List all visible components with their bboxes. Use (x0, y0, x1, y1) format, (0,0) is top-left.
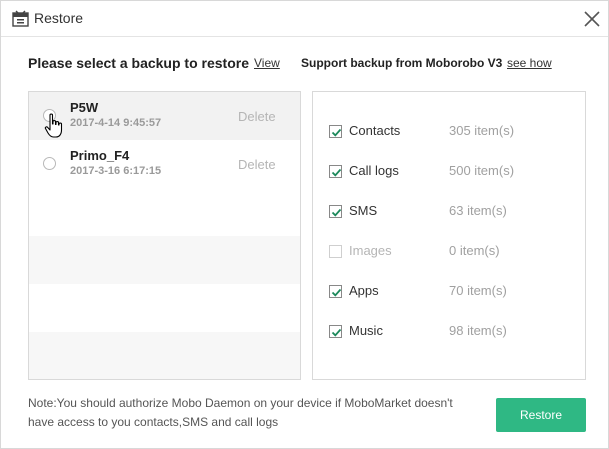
backup-row-p5w[interactable]: P5W 2017-4-14 9:45:57 Delete (29, 92, 300, 140)
title-bar: Restore (1, 1, 608, 37)
category-checkbox[interactable] (329, 325, 342, 338)
category-count: 98 item(s) (449, 323, 507, 338)
category-count: 70 item(s) (449, 283, 507, 298)
category-label: Images (349, 243, 392, 258)
category-label: SMS (349, 203, 378, 218)
category-row-call-logs[interactable]: Call logs 500 item(s) (313, 162, 585, 182)
check-icon (331, 328, 342, 337)
backup-list: P5W 2017-4-14 9:45:57 Delete Primo_F4 20… (28, 91, 301, 380)
restore-button[interactable]: Restore (496, 398, 586, 432)
category-list: Contacts 305 item(s) Call logs 500 item(s) S… (312, 91, 586, 380)
select-backup-heading: Please select a backup to restore (28, 55, 249, 71)
empty-row (29, 236, 300, 284)
close-icon[interactable] (583, 10, 601, 28)
empty-row (29, 332, 300, 379)
backup-radio[interactable] (43, 157, 56, 170)
window-title: Restore (34, 10, 84, 26)
category-count: 305 item(s) (449, 123, 515, 138)
category-count: 500 item(s) (449, 163, 515, 178)
category-label: Music (349, 323, 383, 338)
backup-name: P5W (70, 100, 99, 115)
delete-button[interactable]: Delete (238, 157, 276, 172)
category-label: Contacts (349, 123, 401, 138)
category-row-music[interactable]: Music 98 item(s) (313, 322, 585, 342)
category-row-apps[interactable]: Apps 70 item(s) (313, 282, 585, 302)
check-icon (331, 168, 342, 177)
backup-date: 2017-3-16 6:17:15 (70, 165, 162, 177)
category-checkbox (329, 245, 342, 258)
check-icon (331, 288, 342, 297)
backup-date: 2017-4-14 9:45:57 (70, 117, 162, 129)
category-row-contacts[interactable]: Contacts 305 item(s) (313, 122, 585, 142)
check-icon (331, 128, 342, 137)
category-checkbox[interactable] (329, 205, 342, 218)
category-row-sms[interactable]: SMS 63 item(s) (313, 202, 585, 222)
empty-row (29, 188, 300, 236)
category-count: 63 item(s) (449, 203, 507, 218)
category-checkbox[interactable] (329, 285, 342, 298)
restore-dialog: Restore Please select a backup to restor… (0, 0, 609, 449)
backup-name: Primo_F4 (70, 148, 130, 163)
category-label: Apps (349, 283, 379, 298)
category-row-images[interactable]: Images 0 item(s) (313, 242, 585, 262)
category-count: 0 item(s) (449, 243, 500, 258)
empty-row (29, 284, 300, 332)
view-link[interactable]: View (254, 56, 280, 70)
app-icon (12, 10, 29, 27)
see-how-link[interactable]: see how (507, 56, 552, 70)
check-icon (331, 208, 342, 217)
category-label: Call logs (349, 163, 399, 178)
delete-button[interactable]: Delete (238, 109, 276, 124)
category-checkbox[interactable] (329, 165, 342, 178)
authorization-note: Note:You should authorize Mobo Daemon on… (28, 396, 453, 429)
hand-cursor-icon (44, 113, 63, 138)
support-backup-heading: Support backup from Moborobo V3 (301, 56, 503, 70)
backup-row-primo-f4[interactable]: Primo_F4 2017-3-16 6:17:15 Delete (29, 140, 300, 188)
category-checkbox[interactable] (329, 125, 342, 138)
